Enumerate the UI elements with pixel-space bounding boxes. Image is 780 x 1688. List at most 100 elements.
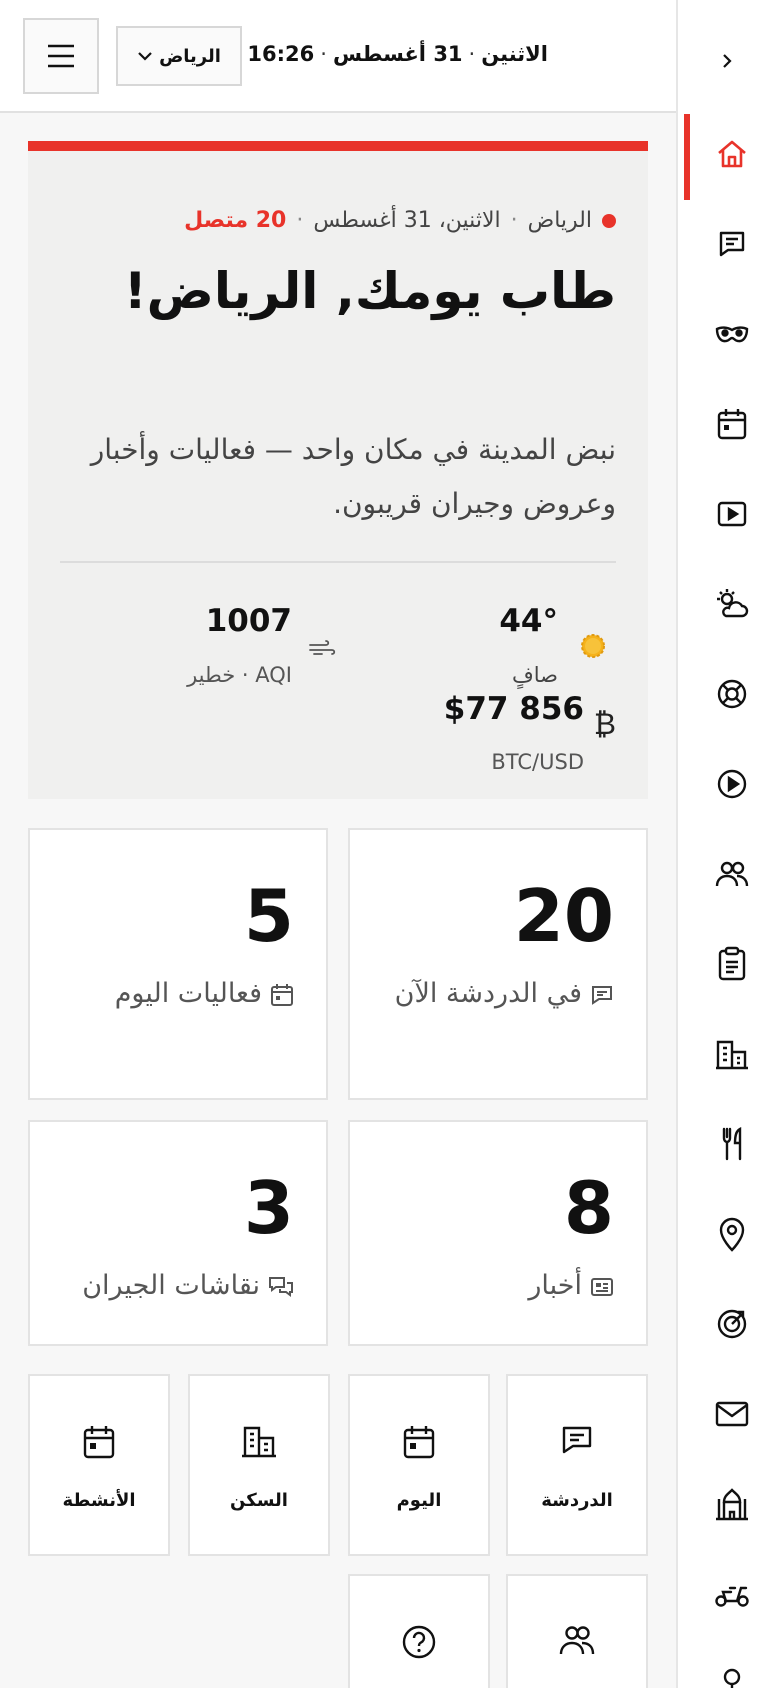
chevron-down-icon xyxy=(137,50,153,62)
stat-label-text: أخبار xyxy=(528,1270,582,1301)
tile-label: الدردشة xyxy=(541,1490,613,1511)
wind-icon xyxy=(308,639,336,657)
rail-item-chat[interactable] xyxy=(684,204,780,284)
btc-pair-label: BTC/USD xyxy=(491,750,584,774)
btc-price: $77 856 xyxy=(443,691,584,727)
tile-activities[interactable]: الأنشطة xyxy=(28,1374,170,1556)
rail-item-places[interactable] xyxy=(684,1194,780,1274)
tile-neighbors[interactable] xyxy=(506,1574,648,1688)
menu-button[interactable] xyxy=(23,18,99,94)
rail-item-restaurants[interactable] xyxy=(684,1104,780,1184)
stat-label: في الدردشة الآن xyxy=(374,968,614,1020)
rail-item-tasks[interactable] xyxy=(684,924,780,1004)
hero-divider xyxy=(60,561,616,563)
stat-card-chat[interactable]: 20 في الدردشة الآن xyxy=(348,828,648,1100)
map-pin-icon xyxy=(717,1216,747,1252)
rail-item-housing[interactable] xyxy=(684,1014,780,1094)
stat-value: 3 xyxy=(243,1166,294,1250)
hero-meta: الرياض · الاثنين، 31 أغسطس · 20 متصل xyxy=(184,208,616,233)
city-select-value: الرياض xyxy=(159,45,221,67)
lifebuoy-icon xyxy=(716,678,748,710)
play-circle-icon xyxy=(716,768,748,800)
discussion-icon xyxy=(268,1276,294,1298)
chat-icon xyxy=(590,984,614,1006)
header-time: 16:26 xyxy=(247,42,315,66)
stat-value: 8 xyxy=(563,1166,614,1250)
weather-condition: صافٍ xyxy=(512,663,558,687)
stat-label: فعاليات اليوم xyxy=(54,968,294,1020)
people-icon xyxy=(715,859,749,889)
rail-item-videos[interactable] xyxy=(684,474,780,554)
rail-item-location[interactable] xyxy=(684,1644,780,1688)
tile-today[interactable]: اليوم xyxy=(348,1374,490,1556)
online-count: 20 متصل xyxy=(184,208,287,233)
city-select[interactable]: الرياض xyxy=(116,26,242,86)
aqi-value: 1007 xyxy=(205,603,292,639)
rail-item-goals[interactable] xyxy=(684,1284,780,1364)
stat-label: نقاشات الجيران xyxy=(54,1260,294,1312)
stat-card-discussions[interactable]: 3 نقاشات الجيران xyxy=(28,1120,328,1346)
restaurant-icon xyxy=(720,1127,744,1161)
rail-collapse-button[interactable] xyxy=(714,48,740,74)
hero-card: الرياض · الاثنين، 31 أغسطس · 20 متصل طاب… xyxy=(28,141,648,799)
mail-icon xyxy=(715,1400,749,1428)
tile-chat[interactable]: الدردشة xyxy=(506,1374,648,1556)
rail-item-messages[interactable] xyxy=(684,1374,780,1454)
rail-item-nightlife[interactable] xyxy=(684,294,780,374)
chat-icon xyxy=(560,1424,594,1456)
hero-greeting: طاب يومك, الرياض! xyxy=(123,262,616,320)
home-icon xyxy=(715,137,749,171)
side-rail xyxy=(676,0,780,1688)
bitcoin-icon: ₿ xyxy=(593,707,616,742)
hero-date: الاثنين، 31 أغسطس xyxy=(313,208,501,233)
scooter-icon xyxy=(714,1580,750,1608)
rail-item-community[interactable] xyxy=(684,834,780,914)
rail-item-transport[interactable] xyxy=(684,1554,780,1634)
tile-label: السكن xyxy=(230,1490,288,1511)
calendar-icon xyxy=(716,407,748,441)
rail-item-home[interactable] xyxy=(684,114,780,200)
rail-item-events[interactable] xyxy=(684,384,780,464)
calendar-icon xyxy=(82,1424,116,1460)
chat-icon xyxy=(716,228,748,260)
stat-value: 5 xyxy=(243,874,294,958)
header-datetime: الاثنين·31 أغسطس·16:26 xyxy=(247,42,548,66)
header-day: الاثنين xyxy=(481,42,548,66)
chevron-right-icon xyxy=(720,52,734,70)
tile-housing[interactable]: السكن xyxy=(188,1374,330,1556)
people-icon xyxy=(559,1624,595,1656)
stat-label-text: نقاشات الجيران xyxy=(82,1270,260,1301)
stat-label: أخبار xyxy=(374,1260,614,1312)
aqi-label: AQI · خطير xyxy=(187,663,292,687)
target-icon xyxy=(716,1308,748,1340)
tile-label: اليوم xyxy=(396,1490,442,1511)
hamburger-icon xyxy=(46,43,76,69)
stat-value: 20 xyxy=(513,874,614,958)
pin-icon xyxy=(718,1667,746,1688)
live-indicator-dot xyxy=(602,213,616,228)
rail-item-support[interactable] xyxy=(684,654,780,734)
tile-label: الأنشطة xyxy=(62,1490,136,1511)
help-icon xyxy=(401,1624,437,1660)
clipboard-icon xyxy=(717,946,747,982)
buildings-icon xyxy=(715,1038,749,1070)
stat-card-news[interactable]: 8 أخبار xyxy=(348,1120,648,1346)
newspaper-icon xyxy=(590,1276,614,1298)
weather-temperature: 44° xyxy=(499,603,558,639)
rail-item-weather[interactable] xyxy=(684,564,780,644)
sun-icon xyxy=(576,629,610,663)
stat-card-events[interactable]: 5 فعاليات اليوم xyxy=(28,828,328,1100)
rail-item-media[interactable] xyxy=(684,744,780,824)
buildings-icon xyxy=(241,1424,277,1458)
hero-subtitle: نبض المدينة في مكان واحد — فعاليات وأخبا… xyxy=(90,433,616,520)
tile-help[interactable] xyxy=(348,1574,490,1688)
video-icon xyxy=(716,499,748,529)
weather-icon xyxy=(715,587,749,621)
stat-label-text: في الدردشة الآن xyxy=(394,978,582,1009)
header-date: 31 أغسطس xyxy=(332,42,463,66)
calendar-icon xyxy=(270,983,294,1007)
top-bar: الرياض الاثنين·31 أغسطس·16:26 xyxy=(0,0,676,113)
rail-item-mosques[interactable] xyxy=(684,1464,780,1544)
calendar-icon xyxy=(402,1424,436,1460)
mask-icon xyxy=(715,321,749,347)
